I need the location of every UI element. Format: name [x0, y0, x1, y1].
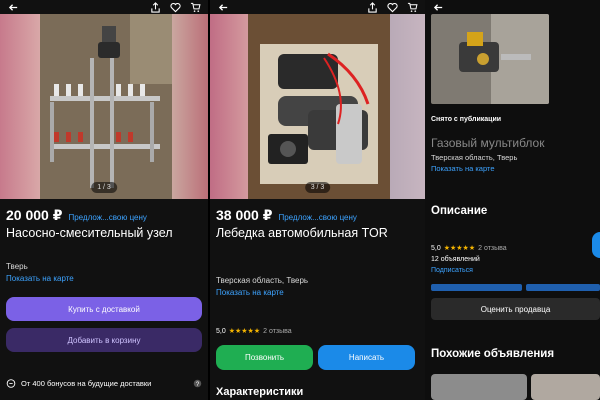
rating-value: 5,0 [216, 327, 226, 335]
prev-photo-preview [0, 14, 40, 199]
next-photo-preview [390, 14, 425, 199]
seller-rating: 5,0 ★★★★★ 2 отзыва [216, 327, 292, 336]
heart-icon[interactable] [385, 0, 399, 14]
listing-title: Насосно-смесительный узел [6, 226, 173, 240]
listing-screen-gas-block: Снято с публикации Газовый мультиблок Тв… [425, 0, 600, 400]
manifold-illustration [40, 14, 172, 199]
contact-button-1[interactable] [431, 284, 522, 291]
product-photo[interactable]: 3 / 3 [210, 14, 425, 199]
similar-listings-heading: Похожие объявления [431, 348, 555, 360]
call-button[interactable]: Позвонить [216, 345, 313, 370]
photo-main [40, 14, 172, 199]
add-to-cart-button[interactable]: Добавить в корзину [6, 328, 202, 352]
characteristics-heading: Характеристики [216, 386, 304, 398]
buy-with-delivery-button[interactable]: Купить с доставкой [6, 297, 202, 321]
heart-icon[interactable] [168, 0, 182, 14]
product-photo[interactable]: 1 / 3 [0, 14, 208, 199]
show-on-map-link[interactable]: Показать на карте [431, 164, 495, 173]
gas-block-illustration [431, 14, 549, 104]
similar-listing-card[interactable] [531, 374, 600, 400]
back-arrow-icon[interactable] [216, 0, 230, 14]
reviews-count[interactable]: 2 отзыва [478, 245, 507, 252]
reviews-count[interactable]: 2 отзыва [263, 328, 292, 335]
photo-counter: 3 / 3 [304, 182, 331, 193]
bonus-row: От 400 бонусов на будущие доставки ? [6, 378, 202, 388]
offer-price-link[interactable]: Предлож...свою цену [68, 213, 146, 222]
floating-action-button[interactable] [592, 232, 600, 258]
listing-screen-winch: 3 / 3 38 000 ₽ Предлож...свою цену Лебед… [210, 0, 425, 400]
listing-title: Лебедка автомобильная TOR [216, 226, 388, 240]
cart-icon[interactable] [405, 0, 419, 14]
rating-stars: ★★★★★ [443, 245, 476, 252]
back-arrow-icon[interactable] [431, 0, 445, 14]
show-on-map-link[interactable]: Показать на карте [6, 274, 74, 283]
status-label: Снято с публикации [431, 116, 502, 123]
offer-price-link[interactable]: Предлож...свою цену [278, 213, 356, 222]
bonus-icon [6, 378, 16, 388]
seller-rating: 5,0 ★★★★★ 2 отзыва [431, 244, 507, 253]
rating-stars: ★★★★★ [228, 328, 261, 335]
listing-title: Газовый мультиблок [431, 136, 545, 150]
top-bar [0, 0, 208, 14]
price: 20 000 ₽ [6, 207, 63, 223]
similar-listing-card[interactable] [431, 374, 527, 400]
description-heading: Описание [431, 205, 488, 217]
photo-main [248, 14, 390, 199]
subscribe-link[interactable]: Подписаться [431, 267, 473, 274]
price-row: 38 000 ₽ Предлож...свою цену [216, 207, 357, 224]
show-on-map-link[interactable]: Показать на карте [216, 288, 284, 297]
bonus-text: От 400 бонусов на будущие доставки [21, 378, 152, 388]
product-photo[interactable] [431, 14, 549, 104]
location: Тверская область, Тверь [216, 276, 309, 285]
rate-seller-button[interactable]: Оценить продавца [431, 298, 600, 320]
prev-photo-preview [210, 14, 248, 199]
winch-illustration [248, 14, 390, 199]
price-row: 20 000 ₽ Предлож...свою цену [6, 207, 147, 224]
back-arrow-icon[interactable] [6, 0, 20, 14]
info-icon[interactable]: ? [193, 379, 202, 388]
photo-counter: 1 / 3 [91, 182, 117, 193]
write-button[interactable]: Написать [318, 345, 415, 370]
top-bar [210, 0, 425, 14]
cart-icon[interactable] [188, 0, 202, 14]
contact-button-2[interactable] [526, 284, 600, 291]
location: Тверь [6, 262, 28, 271]
next-photo-preview [172, 14, 208, 199]
listing-screen-pump: 1 / 3 20 000 ₽ Предлож...свою цену Насос… [0, 0, 208, 400]
top-bar [425, 0, 600, 14]
rating-value: 5,0 [431, 244, 441, 252]
share-icon[interactable] [148, 0, 162, 14]
location: Тверская область, Тверь [431, 153, 518, 162]
share-icon[interactable] [365, 0, 379, 14]
price: 38 000 ₽ [216, 207, 273, 223]
ads-count: 12 объявлений [431, 256, 480, 263]
